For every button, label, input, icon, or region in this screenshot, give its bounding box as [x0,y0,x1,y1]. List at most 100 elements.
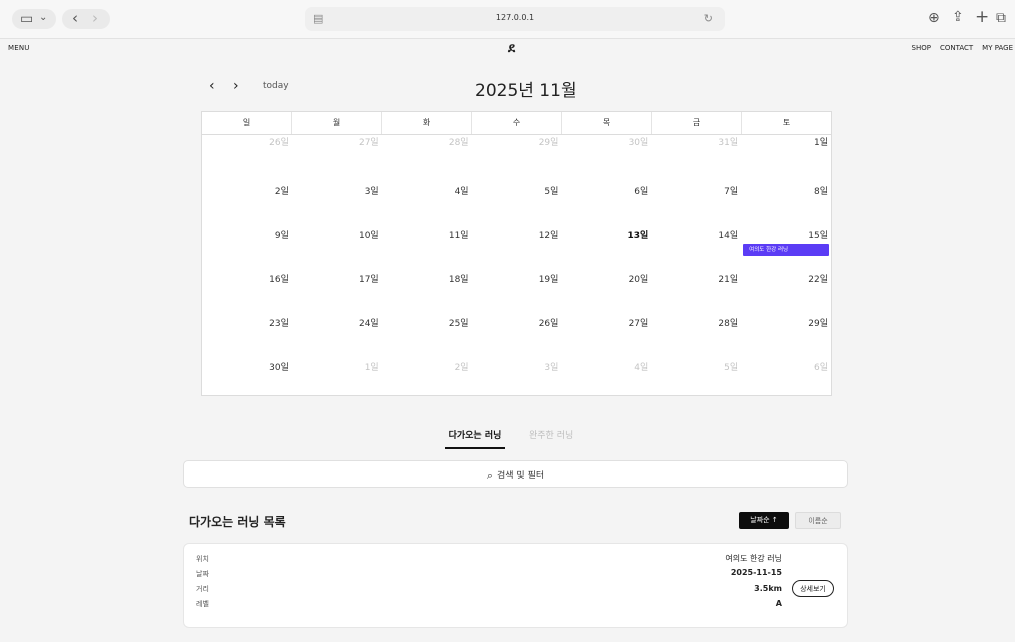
shop-link[interactable]: SHOP [912,44,931,52]
share-icon[interactable]: ⇪ [952,10,964,24]
sidebar-toggle-button[interactable]: ▭ ⌄ [12,9,56,29]
sort-by-date-button[interactable]: 날짜순 ↑ [739,512,789,529]
calendar-week: 23일 24일 25일 26일 27일 28일 29일 [202,311,831,355]
calendar-event[interactable]: 여의도 한강 러닝 [743,244,830,256]
sidebar-icon: ▭ [20,11,34,27]
location-label: 위치 [196,555,209,563]
weekday-sun: 일 [202,112,292,134]
calendar-week: 9일 10일 11일 12일 13일 14일 15일 여의도 한강 러닝 [202,223,831,267]
day-cell[interactable]: 10일 [292,223,382,267]
day-number: 17일 [358,275,379,285]
history-nav: ‹ › [62,9,110,29]
sort-by-name-button[interactable]: 이름순 [795,512,841,529]
day-cell[interactable]: 27일 [292,135,382,179]
day-cell[interactable]: 2일 [202,179,292,223]
day-cell[interactable]: 27일 [561,311,651,355]
day-cell[interactable]: 19일 [472,267,562,311]
day-number: 18일 [448,275,469,285]
search-icon: ⌕ [486,469,494,482]
today-cell[interactable]: 13일 [561,223,651,267]
day-cell[interactable]: 26일 [202,135,292,179]
day-number: 4일 [634,363,649,373]
weekday-tue: 화 [382,112,472,134]
menu-link[interactable]: MENU [8,44,30,52]
site-logo[interactable]: ደ [508,41,515,56]
day-cell[interactable]: 29일 [472,135,562,179]
day-number: 8일 [814,187,829,197]
day-cell[interactable]: 3일 [292,179,382,223]
address-bar[interactable]: ▤ 127.0.0.1 ↻ [305,7,725,31]
search-filter-content: ⌕ 검색 및 필터 [184,468,847,483]
day-number: 30일 [628,138,649,148]
day-cell[interactable]: 1일 [292,355,382,399]
day-cell[interactable]: 2일 [382,355,472,399]
day-number: 29일 [538,138,559,148]
day-cell[interactable]: 5일 [651,355,741,399]
tabs-overview-icon[interactable]: ⧉ [996,11,1006,25]
day-number: 24일 [358,319,379,329]
next-month-button[interactable]: › [233,78,239,94]
day-number: 25일 [448,319,469,329]
day-cell[interactable]: 12일 [472,223,562,267]
download-icon[interactable]: ⊕ [928,11,940,25]
day-number: 21일 [718,275,739,285]
day-cell[interactable]: 25일 [382,311,472,355]
prev-month-button[interactable]: ‹ [209,78,215,94]
reload-icon[interactable]: ↻ [704,12,713,25]
day-number: 5일 [724,363,739,373]
day-cell[interactable]: 15일 여의도 한강 러닝 [741,223,831,267]
tab-upcoming-runs[interactable]: 다가오는 러닝 [445,428,505,441]
detail-button[interactable]: 상세보기 [792,580,834,597]
day-cell[interactable]: 28일 [382,135,472,179]
new-tab-icon[interactable]: + [975,9,989,26]
day-cell[interactable]: 29일 [741,311,831,355]
day-cell[interactable]: 21일 [651,267,741,311]
day-number: 1일 [814,138,829,148]
contact-link[interactable]: CONTACT [940,44,973,52]
run-tabs: 다가오는 러닝 완주한 러닝 [445,428,605,450]
day-cell[interactable]: 5일 [472,179,562,223]
day-cell[interactable]: 18일 [382,267,472,311]
back-icon[interactable]: ‹ [72,11,78,26]
day-cell[interactable]: 8일 [741,179,831,223]
weekday-sat: 토 [782,118,791,127]
day-number: 15일 [808,231,829,241]
day-cell[interactable]: 16일 [202,267,292,311]
day-number: 12일 [538,231,559,241]
day-cell[interactable]: 31일 [651,135,741,179]
day-number: 23일 [269,319,289,329]
day-cell[interactable]: 22일 [741,267,831,311]
weekday-mon: 월 [292,112,382,134]
day-cell[interactable]: 28일 [651,311,741,355]
day-cell[interactable]: 4일 [382,179,472,223]
day-number: 10일 [358,231,379,241]
day-cell[interactable]: 26일 [472,311,562,355]
day-number: 6일 [814,363,829,373]
day-cell[interactable]: 6일 [741,355,831,399]
day-cell[interactable]: 6일 [561,179,651,223]
day-cell[interactable]: 11일 [382,223,472,267]
day-cell[interactable]: 14일 [651,223,741,267]
day-cell[interactable]: 30일 [561,135,651,179]
forward-icon[interactable]: › [92,11,98,26]
tab-completed-runs[interactable]: 완주한 러닝 [529,428,573,441]
day-number: 26일 [538,319,559,329]
weekday-fri: 금 [652,112,742,134]
day-cell[interactable]: 24일 [292,311,382,355]
my-page-link[interactable]: MY PAGE [982,44,1013,52]
day-cell[interactable]: 7일 [651,179,741,223]
day-cell[interactable]: 30일 [202,355,292,399]
calendar-week: 2일 3일 4일 5일 6일 7일 8일 [202,179,831,223]
today-button[interactable]: today [263,81,289,91]
day-cell[interactable]: 17일 [292,267,382,311]
day-cell[interactable]: 9일 [202,223,292,267]
day-number: 2일 [454,363,469,373]
day-cell[interactable]: 23일 [202,311,292,355]
day-cell[interactable]: 3일 [472,355,562,399]
search-filter-button[interactable]: ⌕ 검색 및 필터 [183,460,848,488]
day-cell[interactable]: 4일 [561,355,651,399]
day-cell[interactable]: 20일 [561,267,651,311]
day-cell[interactable]: 1일 [741,135,831,179]
chevron-down-icon: ⌄ [39,12,48,23]
calendar-week: 16일 17일 18일 19일 20일 21일 22일 [202,267,831,311]
